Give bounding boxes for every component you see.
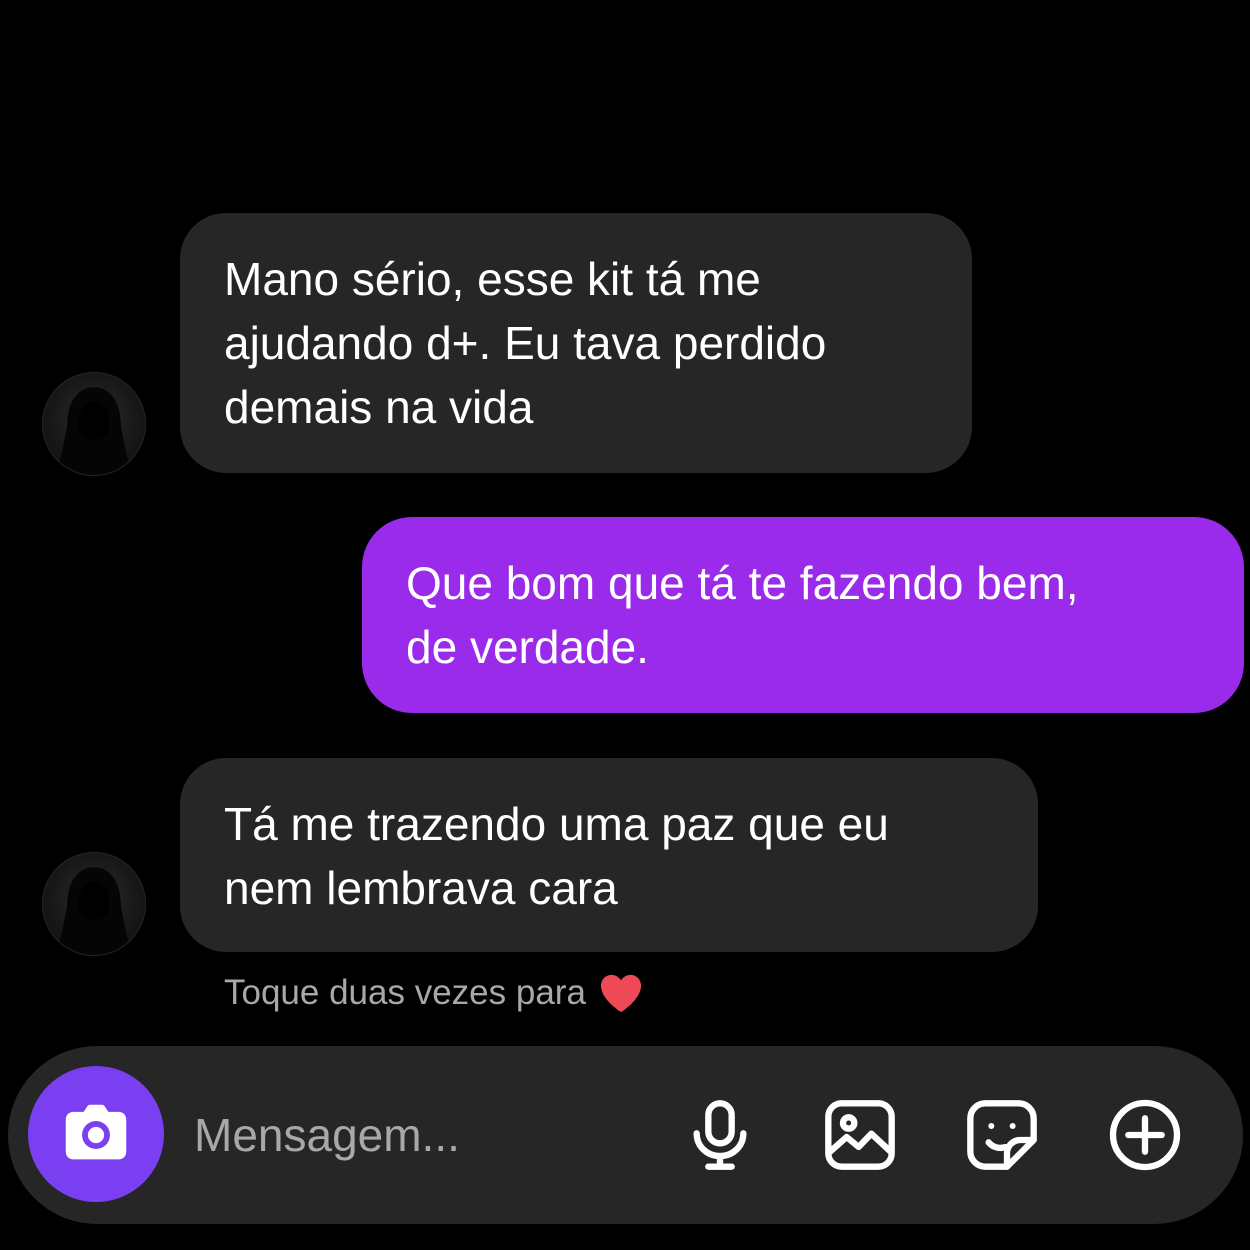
sticker-icon xyxy=(967,1100,1037,1170)
hooded-figure-icon xyxy=(57,867,131,955)
message-bubble-received[interactable]: Tá me trazendo uma paz que eu nem lembra… xyxy=(180,758,1038,952)
camera-icon xyxy=(65,1104,127,1160)
message-bubble-received[interactable]: Mano sério, esse kit tá me ajudando d+. … xyxy=(180,213,972,473)
more-options-button[interactable] xyxy=(1105,1095,1185,1175)
contact-avatar[interactable] xyxy=(42,372,146,476)
microphone-button[interactable] xyxy=(680,1095,760,1175)
message-bubble-sent[interactable]: Que bom que tá te fazendo bem, de verdad… xyxy=(362,517,1244,713)
message-composer xyxy=(8,1046,1243,1224)
plus-circle-icon xyxy=(1109,1099,1181,1171)
double-tap-hint: Toque duas vezes para xyxy=(224,968,644,1018)
gallery-button[interactable] xyxy=(820,1095,900,1175)
double-tap-hint-text: Toque duas vezes para xyxy=(224,973,586,1012)
message-input[interactable] xyxy=(194,1105,654,1165)
hooded-figure-icon xyxy=(57,387,131,475)
image-icon xyxy=(825,1100,895,1170)
contact-avatar[interactable] xyxy=(42,852,146,956)
camera-button[interactable] xyxy=(28,1066,164,1202)
heart-icon xyxy=(600,974,641,1013)
microphone-icon xyxy=(693,1100,747,1170)
sticker-button[interactable] xyxy=(962,1095,1042,1175)
